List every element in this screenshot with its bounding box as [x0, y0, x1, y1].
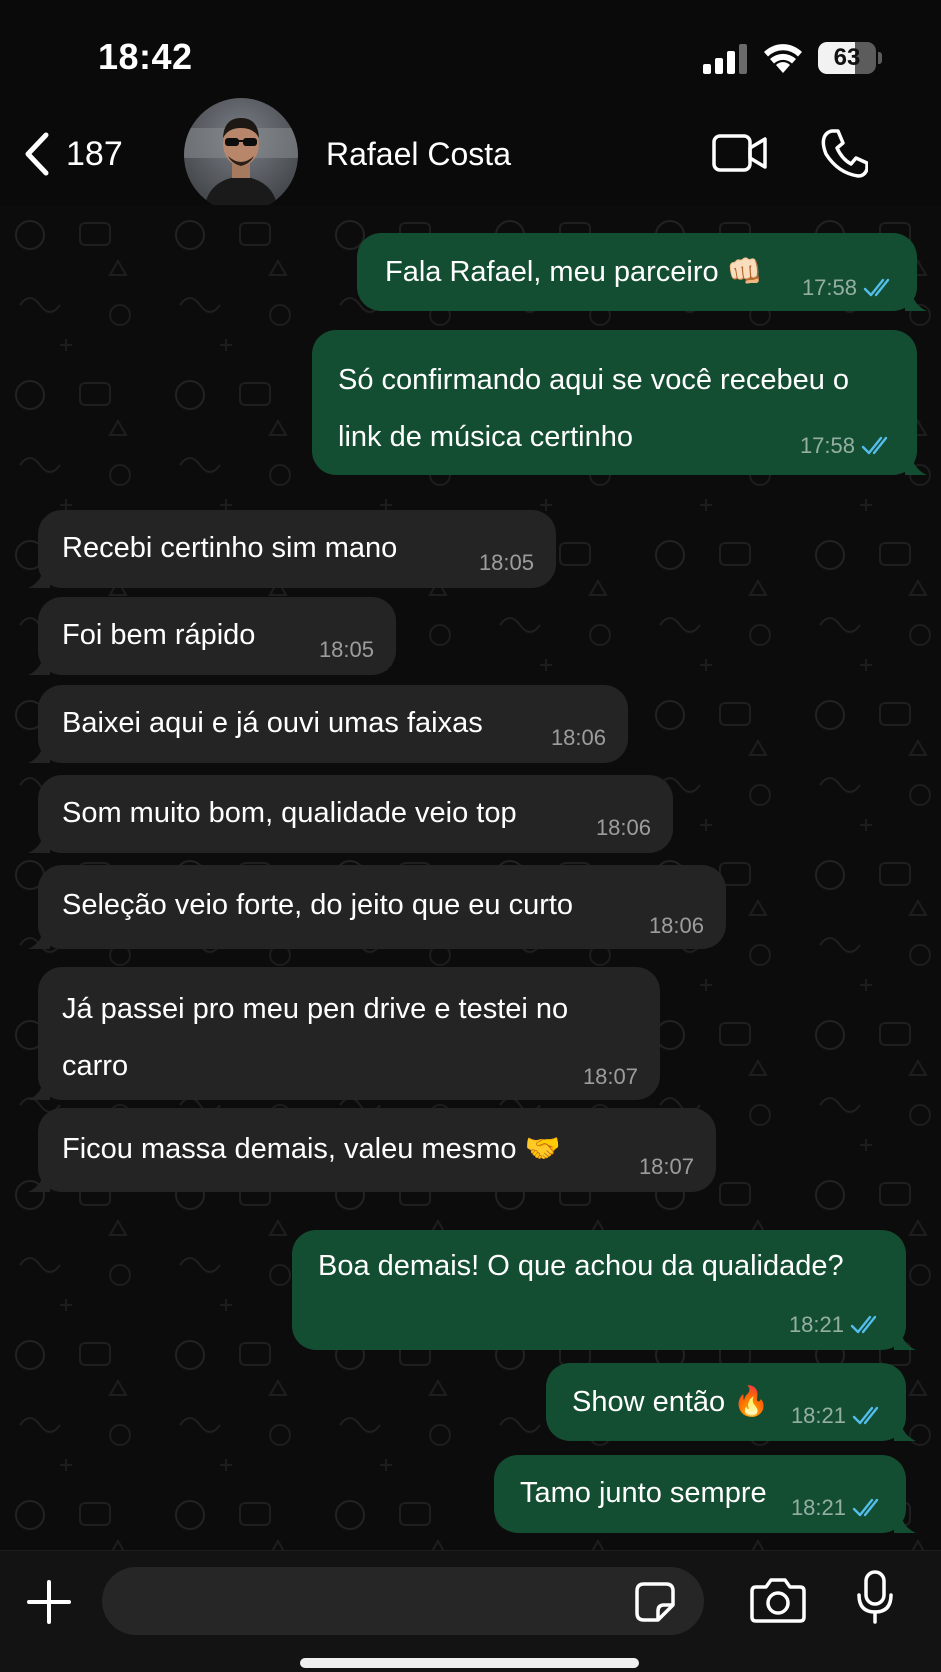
- message-meta: 18:05: [479, 550, 534, 576]
- bubble-tail: [28, 927, 50, 949]
- message-time: 17:58: [799, 433, 855, 458]
- outgoing-message[interactable]: Show então 🔥 18:21: [546, 1363, 916, 1441]
- message-time: 18:05: [318, 637, 374, 662]
- unread-count: 187: [66, 134, 123, 173]
- message-time: 18:05: [478, 550, 534, 575]
- outgoing-message[interactable]: Só confirmando aqui se você recebeu o li…: [312, 330, 927, 475]
- message-input[interactable]: [126, 1567, 606, 1635]
- message-text: Ficou massa demais, valeu mesmo 🤝: [62, 1133, 561, 1165]
- message-text: Já passei pro meu pen drive e testei no …: [62, 993, 569, 1082]
- bubble-tail: [28, 741, 50, 763]
- message-meta: 18:21: [791, 1495, 884, 1521]
- back-button[interactable]: 187: [22, 126, 123, 182]
- cellular-signal-icon: [703, 44, 747, 74]
- chevron-left-icon: [25, 132, 49, 176]
- double-check-icon: [852, 1498, 879, 1517]
- chat-header: 187 Rafael Costa: [0, 98, 941, 212]
- bubble-tail: [28, 1170, 50, 1192]
- battery-level: 63: [833, 44, 861, 71]
- sticker-button[interactable]: [634, 1581, 676, 1623]
- message-meta: 18:21: [791, 1403, 884, 1429]
- incoming-message[interactable]: Recebi certinho sim mano 18:05: [28, 510, 556, 588]
- message-text: Show então 🔥: [572, 1386, 770, 1418]
- message-list[interactable]: Fala Rafael, meu parceiro 👊🏻 17:58 Só conf…: [0, 205, 941, 1550]
- outgoing-message[interactable]: Tamo junto sempre 18:21: [494, 1455, 916, 1533]
- chat-screen: 18:42 63 187 Rafael Costa Fala Rafael, m…: [0, 0, 941, 1672]
- status-time: 18:42: [98, 36, 193, 77]
- message-input-box[interactable]: [102, 1567, 704, 1635]
- composer-bar: [0, 1550, 941, 1672]
- message-meta: 17:58: [802, 275, 895, 301]
- message-text: Tamo junto sempre: [520, 1477, 767, 1509]
- voice-call-button[interactable]: [820, 128, 868, 178]
- incoming-message[interactable]: Foi bem rápido 18:05: [28, 597, 396, 675]
- camera-button[interactable]: [750, 1575, 806, 1625]
- bubble-tail: [894, 1328, 916, 1350]
- contact-name[interactable]: Rafael Costa: [326, 136, 511, 173]
- message-time: 18:07: [582, 1064, 638, 1089]
- message-meta: 18:06: [551, 725, 606, 751]
- message-meta: 18:05: [319, 637, 374, 663]
- message-text: Recebi certinho sim mano: [62, 532, 398, 564]
- microphone-button[interactable]: [856, 1569, 894, 1625]
- avatar[interactable]: [184, 98, 298, 212]
- message-time: 18:21: [790, 1403, 846, 1428]
- incoming-message[interactable]: Ficou massa demais, valeu mesmo 🤝 18:07: [28, 1108, 716, 1192]
- attach-plus-button[interactable]: [26, 1579, 72, 1625]
- message-meta: 18:06: [596, 815, 651, 841]
- message-text: Foi bem rápido: [62, 619, 256, 651]
- message-meta: 18:07: [639, 1154, 694, 1180]
- message-meta: 18:21: [789, 1312, 882, 1338]
- wifi-icon: [764, 44, 802, 73]
- outgoing-message[interactable]: Fala Rafael, meu parceiro 👊🏻 17:58: [357, 233, 927, 311]
- double-check-icon: [850, 1315, 877, 1334]
- status-bar: 18:42 63: [0, 0, 941, 110]
- double-check-icon: [863, 278, 890, 297]
- message-text: Boa demais! O que achou da qualidade?: [318, 1250, 844, 1282]
- outgoing-message[interactable]: Boa demais! O que achou da qualidade? 18:…: [292, 1230, 916, 1350]
- bubble-tail: [28, 1078, 50, 1100]
- message-time: 18:21: [788, 1312, 844, 1337]
- message-text: Baixei aqui e já ouvi umas faixas: [62, 707, 483, 739]
- message-time: 18:06: [648, 913, 704, 938]
- message-meta: 18:07: [583, 1064, 638, 1090]
- incoming-message[interactable]: Som muito bom, qualidade veio top 18:06: [28, 775, 673, 853]
- bubble-tail: [905, 453, 927, 475]
- message-text: Som muito bom, qualidade veio top: [62, 797, 517, 829]
- bubble-tail: [905, 289, 927, 311]
- battery-indicator: 63: [818, 42, 882, 74]
- message-time: 18:21: [790, 1495, 846, 1520]
- message-meta: 17:58: [800, 433, 893, 459]
- message-time: 18:06: [550, 725, 606, 750]
- bubble-tail: [28, 831, 50, 853]
- double-check-icon: [852, 1406, 879, 1425]
- incoming-message[interactable]: Já passei pro meu pen drive e testei no …: [28, 967, 660, 1100]
- message-text: Seleção veio forte, do jeito que eu curt…: [62, 889, 574, 921]
- message-time: 18:07: [638, 1154, 694, 1179]
- message-text: Só confirmando aqui se você recebeu o li…: [338, 364, 850, 453]
- bubble-tail: [894, 1419, 916, 1441]
- incoming-message[interactable]: Baixei aqui e já ouvi umas faixas 18:06: [28, 685, 628, 763]
- bubble-tail: [28, 566, 50, 588]
- bubble-tail: [28, 653, 50, 675]
- message-time: 17:58: [801, 275, 857, 300]
- video-call-button[interactable]: [712, 130, 768, 176]
- message-meta: 18:06: [649, 913, 704, 939]
- home-indicator: [300, 1658, 639, 1668]
- bubble-tail: [894, 1511, 916, 1533]
- messages-container: Fala Rafael, meu parceiro 👊🏻 17:58 Só conf…: [0, 205, 941, 1550]
- message-time: 18:06: [595, 815, 651, 840]
- double-check-icon: [861, 436, 888, 455]
- message-text: Fala Rafael, meu parceiro 👊🏻: [385, 256, 763, 288]
- incoming-message[interactable]: Seleção veio forte, do jeito que eu curt…: [28, 865, 726, 949]
